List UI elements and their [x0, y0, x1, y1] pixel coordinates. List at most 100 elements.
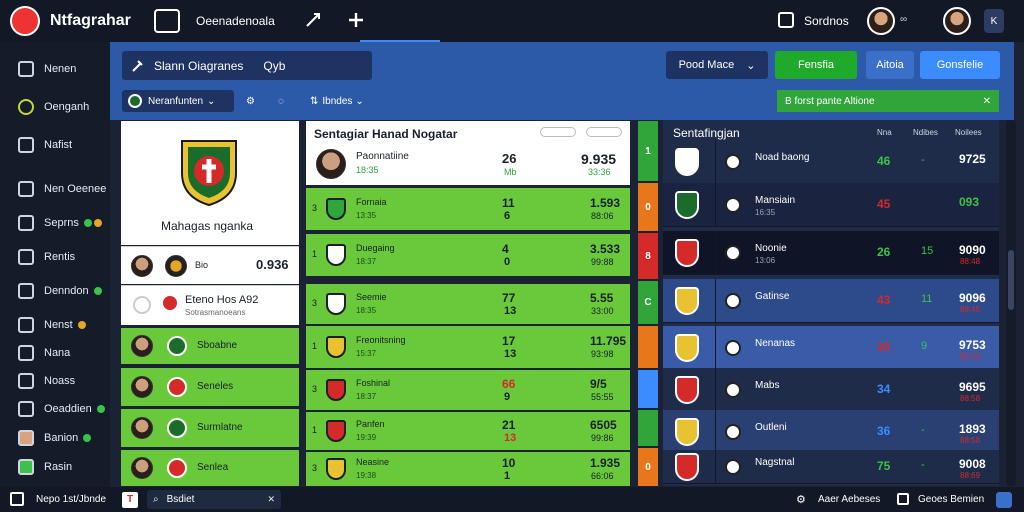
standings-row[interactable]: Nenanas 30 9 9753 95:50 [663, 326, 999, 370]
standings-value: 30 [877, 340, 891, 354]
list-item[interactable]: Senlea [121, 450, 299, 486]
trophy-icon [18, 99, 34, 115]
app-tile-icon[interactable]: T [122, 492, 138, 508]
standings-team-name: Nagstnal [755, 457, 795, 468]
sidebar-item-10[interactable]: Oeaddien [0, 397, 110, 421]
match-row-value: 4 [502, 242, 509, 256]
standings-row[interactable]: Mansiain 16:35 45 093 [663, 183, 999, 227]
sidebar-item-1[interactable]: Oenganh [0, 95, 110, 119]
standings-row[interactable]: Outleni 36 - 1893 88:58 [663, 410, 999, 454]
toggle-switch[interactable] [586, 127, 622, 137]
sidebar-item-7[interactable]: Nenst [0, 313, 110, 337]
add-icon[interactable] [348, 12, 364, 28]
sidebar-item-0[interactable]: Nenen [0, 57, 110, 81]
link-icon[interactable]: ∞ [900, 14, 907, 25]
match-row[interactable]: 1 Panfen 19:39 21 13 6505 99:86 [306, 412, 630, 450]
match-row[interactable]: 3 Fornaia 13:35 11 6 1.593 88:06 [306, 188, 630, 230]
match-row-name: Neasine [356, 457, 390, 467]
close-icon[interactable]: ✕ [267, 494, 275, 505]
player-avatar [131, 376, 153, 398]
sidebar-item-8[interactable]: Nana [0, 341, 110, 365]
divider [715, 231, 716, 275]
divider [715, 140, 716, 184]
club-info-row[interactable]: Eteno Hos A92 Sotrasmanoeans [121, 285, 299, 325]
match-row[interactable]: 3 Seemie 18:35 77 13 5.55 33:00 [306, 284, 630, 324]
club-row-name: Eteno Hos A92 [185, 294, 259, 306]
sidebar-item-11[interactable]: Banion [0, 426, 110, 450]
footer-search[interactable]: ⌕ Bsdiet ✕ [147, 490, 281, 509]
standings-value: 43 [877, 293, 891, 307]
club-card: Mahagas nganka [121, 121, 299, 245]
dropdown-button[interactable]: Pood Mace ⌄ [666, 51, 768, 79]
filter-dropdown[interactable]: Neranfunten ⌄ [122, 90, 234, 112]
sidebar-item-5[interactable]: Rentis [0, 245, 110, 269]
row-index: 3 [312, 203, 318, 213]
menu-k-icon[interactable]: K [984, 9, 1004, 33]
settings-icon[interactable]: ⚙ [796, 493, 806, 506]
expand-icon[interactable] [996, 492, 1012, 508]
row-index: 1 [312, 249, 318, 259]
club-crest-icon [326, 293, 346, 315]
match-row-sub: 19:39 [356, 433, 377, 442]
blue-action-button[interactable]: Aitoia [866, 51, 914, 79]
refresh-icon[interactable]: ◌ [278, 90, 284, 112]
window-icon[interactable] [154, 9, 180, 33]
status-dot [83, 219, 92, 227]
window-icon[interactable] [10, 492, 24, 506]
top-right-label: Sordnos [804, 14, 849, 28]
sidebar-item-3[interactable]: Nen Oeenee [0, 177, 110, 201]
expand-icon[interactable] [305, 12, 321, 28]
list-item[interactable]: Sboabne [121, 328, 299, 364]
standings-right-sub: 88:58 [960, 436, 981, 445]
footer-bar: Nepo 1st/Jbnde T ⌕ Bsdiet ✕ ⚙ Aaer Aebes… [0, 487, 1024, 512]
stat-label: Bio [195, 260, 209, 270]
match-row[interactable]: 3 Neasine 19:38 10 1 1.935 66:06 [306, 452, 630, 486]
primary-action-button[interactable]: Gonsfelie [920, 51, 1000, 79]
standings-value2: - [921, 424, 925, 436]
club-badge-icon [163, 296, 177, 310]
match-row-name: Duegaing [356, 243, 395, 253]
status-dot [93, 287, 102, 295]
info-icon[interactable] [897, 493, 909, 505]
notice-bar[interactable]: B forst pante Altione ✕ [777, 90, 999, 112]
list-item[interactable]: Surmlatne [121, 409, 299, 447]
sidebar-item-4[interactable]: Seprns [0, 211, 110, 235]
status-strip-cell: 0 [638, 448, 658, 486]
standings-row[interactable]: Nagstnal 75 - 9008 88:69 [663, 450, 999, 484]
close-icon[interactable]: ✕ [983, 96, 991, 107]
standings-row[interactable]: Gatinse 43 11 9096 88:45 [663, 279, 999, 323]
sidebar-item-2[interactable]: Nafist [0, 133, 110, 157]
club-crest-icon [326, 244, 346, 266]
column-header: Nna [877, 128, 892, 137]
match-row[interactable]: 1 Freonitsning 15:37 17 13 11.795 93:98 [306, 326, 630, 368]
sort-dropdown[interactable]: ⇅ Ibndes ⌄ [310, 90, 364, 112]
shield-icon [18, 317, 34, 333]
club-stat-row[interactable]: Bio 0.936 [121, 246, 299, 284]
match-row[interactable]: 1 Duegaing 18:37 4 0 3.533 99:88 [306, 234, 630, 276]
scrollbar-thumb[interactable] [1008, 250, 1014, 310]
settings-icon[interactable]: ⚙ [246, 90, 255, 112]
scrollbar[interactable] [1006, 120, 1016, 486]
search-bar[interactable]: Slann Oiagranes Qyb [122, 51, 372, 80]
list-item-label: Seneles [197, 381, 234, 392]
match-row-sub: 18:35 [356, 306, 377, 315]
match-row-value2: 13 [504, 432, 517, 444]
sidebar-item-12[interactable]: Rasin [0, 455, 110, 479]
match-row[interactable]: 3 Foshinal 18:37 66 9 9/5 55:55 [306, 370, 630, 410]
sidebar-item-6[interactable]: Denndon [0, 279, 110, 303]
standings-row[interactable]: Noonie 13:06 26 15 9090 88:48 [663, 231, 999, 275]
inbox-icon[interactable] [778, 12, 794, 28]
ball-icon [725, 293, 741, 309]
standings-row[interactable]: Mabs 34 9695 88:58 [663, 368, 999, 412]
status-strip-cell: 0 [638, 183, 658, 231]
sidebar-item-9[interactable]: Noass [0, 369, 110, 393]
featured-player-name: Paonnatiine [356, 151, 409, 162]
row-index: 1 [312, 425, 318, 435]
top-tab-label[interactable]: Oeenadenoala [196, 14, 275, 28]
list-item[interactable]: Seneles [121, 368, 299, 406]
toggle-switch[interactable] [540, 127, 576, 137]
standings-row[interactable]: Noad baong 46 - 9725 [663, 140, 999, 184]
user-avatar-2[interactable] [943, 7, 971, 35]
user-avatar[interactable] [867, 7, 895, 35]
green-action-button[interactable]: Fensfia [775, 51, 857, 79]
